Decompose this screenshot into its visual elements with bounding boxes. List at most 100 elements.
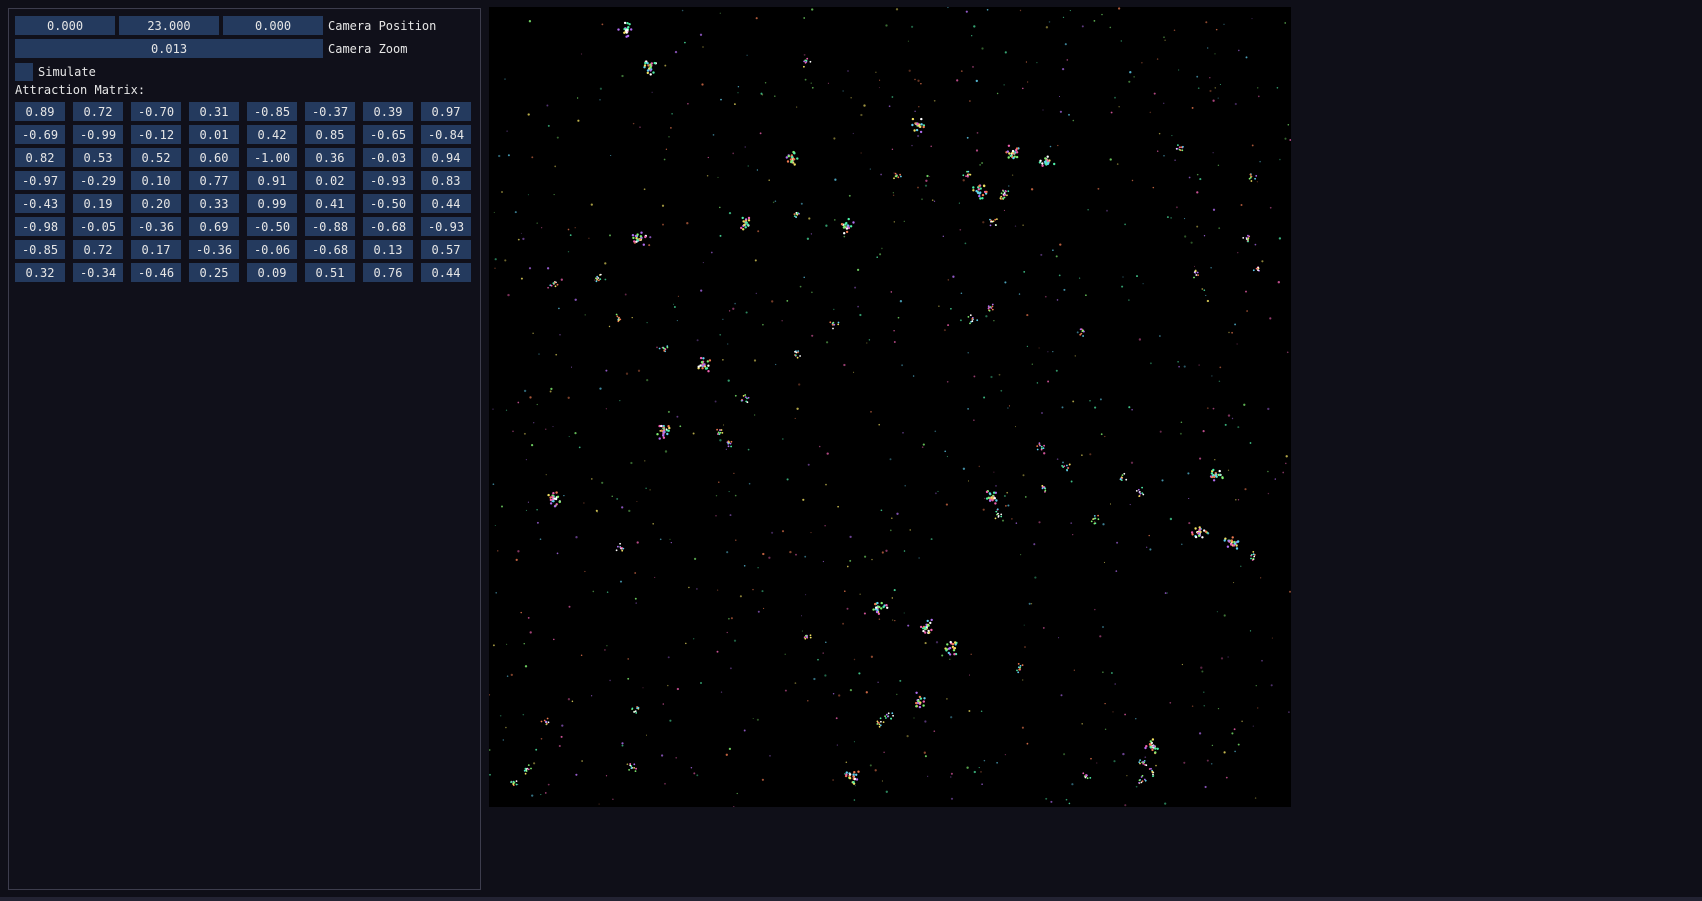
particle xyxy=(967,170,970,173)
matrix-cell-r5-c0[interactable]: -0.98 xyxy=(15,217,65,236)
particle xyxy=(768,179,770,181)
matrix-cell-r5-c4[interactable]: -0.50 xyxy=(247,217,297,236)
matrix-cell-r7-c6[interactable]: 0.76 xyxy=(363,263,413,282)
matrix-cell-r3-c5[interactable]: 0.02 xyxy=(305,171,355,190)
particle xyxy=(920,123,923,126)
matrix-cell-r4-c7[interactable]: 0.44 xyxy=(421,194,471,213)
particle xyxy=(1256,707,1259,709)
matrix-cell-r6-c1[interactable]: 0.72 xyxy=(73,240,123,259)
matrix-cell-r3-c3[interactable]: 0.77 xyxy=(189,171,239,190)
matrix-cell-r7-c4[interactable]: 0.09 xyxy=(247,263,297,282)
matrix-cell-r1-c3[interactable]: 0.01 xyxy=(189,125,239,144)
camera-position-x-input[interactable]: 0.000 xyxy=(15,16,115,35)
matrix-cell-r1-c5[interactable]: 0.85 xyxy=(305,125,355,144)
matrix-cell-r1-c2[interactable]: -0.12 xyxy=(131,125,181,144)
particle xyxy=(621,744,624,747)
matrix-cell-r5-c6[interactable]: -0.68 xyxy=(363,217,413,236)
matrix-cell-r3-c7[interactable]: 0.83 xyxy=(421,171,471,190)
camera-zoom-input[interactable]: 0.013 xyxy=(15,39,323,58)
camera-position-y-input[interactable]: 23.000 xyxy=(119,16,219,35)
matrix-cell-r6-c6[interactable]: 0.13 xyxy=(363,240,413,259)
matrix-cell-r2-c7[interactable]: 0.94 xyxy=(421,148,471,167)
particle xyxy=(721,432,724,434)
matrix-cell-r5-c7[interactable]: -0.93 xyxy=(421,217,471,236)
matrix-cell-r5-c1[interactable]: -0.05 xyxy=(73,217,123,236)
particle xyxy=(636,541,639,544)
matrix-cell-r7-c3[interactable]: 0.25 xyxy=(189,263,239,282)
particle xyxy=(790,160,793,164)
particle xyxy=(896,693,898,696)
matrix-cell-r3-c0[interactable]: -0.97 xyxy=(15,171,65,190)
matrix-cell-r4-c0[interactable]: -0.43 xyxy=(15,194,65,213)
particle xyxy=(1198,732,1202,735)
matrix-cell-r6-c2[interactable]: 0.17 xyxy=(131,240,181,259)
particle xyxy=(1250,180,1253,182)
matrix-cell-r1-c7[interactable]: -0.84 xyxy=(421,125,471,144)
particle xyxy=(742,228,745,231)
particle xyxy=(884,715,886,718)
particle xyxy=(644,235,647,239)
matrix-cell-r5-c3[interactable]: 0.69 xyxy=(189,217,239,236)
matrix-cell-r1-c4[interactable]: 0.42 xyxy=(247,125,297,144)
matrix-cell-r4-c2[interactable]: 0.20 xyxy=(131,194,181,213)
matrix-cell-r0-c0[interactable]: 0.89 xyxy=(15,102,65,121)
matrix-cell-r3-c1[interactable]: -0.29 xyxy=(73,171,123,190)
matrix-cell-r1-c6[interactable]: -0.65 xyxy=(363,125,413,144)
matrix-cell-r3-c2[interactable]: 0.10 xyxy=(131,171,181,190)
particle xyxy=(891,712,894,715)
matrix-cell-r4-c1[interactable]: 0.19 xyxy=(73,194,123,213)
matrix-cell-r2-c3[interactable]: 0.60 xyxy=(189,148,239,167)
matrix-cell-r4-c5[interactable]: 0.41 xyxy=(305,194,355,213)
matrix-cell-r0-c3[interactable]: 0.31 xyxy=(189,102,239,121)
particle xyxy=(692,432,695,435)
matrix-cell-r5-c5[interactable]: -0.88 xyxy=(305,217,355,236)
matrix-cell-r2-c6[interactable]: -0.03 xyxy=(363,148,413,167)
particle xyxy=(1006,194,1008,197)
matrix-cell-r2-c5[interactable]: 0.36 xyxy=(305,148,355,167)
matrix-cell-r2-c1[interactable]: 0.53 xyxy=(73,148,123,167)
particle xyxy=(547,493,550,497)
matrix-cell-r6-c4[interactable]: -0.06 xyxy=(247,240,297,259)
matrix-cell-r6-c0[interactable]: -0.85 xyxy=(15,240,65,259)
simulation-viewport[interactable] xyxy=(489,7,1291,807)
particle xyxy=(701,83,704,86)
matrix-cell-r4-c3[interactable]: 0.33 xyxy=(189,194,239,213)
matrix-cell-r6-c5[interactable]: -0.68 xyxy=(305,240,355,259)
matrix-cell-r6-c3[interactable]: -0.36 xyxy=(189,240,239,259)
matrix-cell-r0-c1[interactable]: 0.72 xyxy=(73,102,123,121)
simulate-checkbox[interactable] xyxy=(15,62,33,81)
particle xyxy=(649,489,651,491)
matrix-cell-r2-c4[interactable]: -1.00 xyxy=(247,148,297,167)
particle xyxy=(872,608,875,611)
matrix-cell-r0-c7[interactable]: 0.97 xyxy=(421,102,471,121)
matrix-cell-r0-c5[interactable]: -0.37 xyxy=(305,102,355,121)
matrix-cell-r6-c7[interactable]: 0.57 xyxy=(421,240,471,259)
matrix-cell-r0-c4[interactable]: -0.85 xyxy=(247,102,297,121)
matrix-cell-r3-c6[interactable]: -0.93 xyxy=(363,171,413,190)
matrix-cell-r0-c2[interactable]: -0.70 xyxy=(131,102,181,121)
camera-position-z-input[interactable]: 0.000 xyxy=(223,16,323,35)
matrix-cell-r4-c4[interactable]: 0.99 xyxy=(247,194,297,213)
particle xyxy=(599,98,601,101)
particle xyxy=(747,396,750,399)
matrix-cell-r7-c1[interactable]: -0.34 xyxy=(73,263,123,282)
particle xyxy=(619,399,621,402)
matrix-cell-r7-c0[interactable]: 0.32 xyxy=(15,263,65,282)
matrix-cell-r1-c0[interactable]: -0.69 xyxy=(15,125,65,144)
matrix-cell-r4-c6[interactable]: -0.50 xyxy=(363,194,413,213)
particle xyxy=(1052,350,1054,353)
particle xyxy=(969,322,971,325)
particle xyxy=(1041,487,1044,490)
matrix-cell-r7-c7[interactable]: 0.44 xyxy=(421,263,471,282)
matrix-cell-r0-c6[interactable]: 0.39 xyxy=(363,102,413,121)
particle-canvas[interactable] xyxy=(489,7,1291,807)
matrix-cell-r5-c2[interactable]: -0.36 xyxy=(131,217,181,236)
matrix-cell-r2-c2[interactable]: 0.52 xyxy=(131,148,181,167)
particle xyxy=(1135,718,1137,720)
matrix-cell-r7-c5[interactable]: 0.51 xyxy=(305,263,355,282)
matrix-cell-r1-c1[interactable]: -0.99 xyxy=(73,125,123,144)
particle xyxy=(972,189,975,192)
matrix-cell-r7-c2[interactable]: -0.46 xyxy=(131,263,181,282)
matrix-cell-r2-c0[interactable]: 0.82 xyxy=(15,148,65,167)
matrix-cell-r3-c4[interactable]: 0.91 xyxy=(247,171,297,190)
